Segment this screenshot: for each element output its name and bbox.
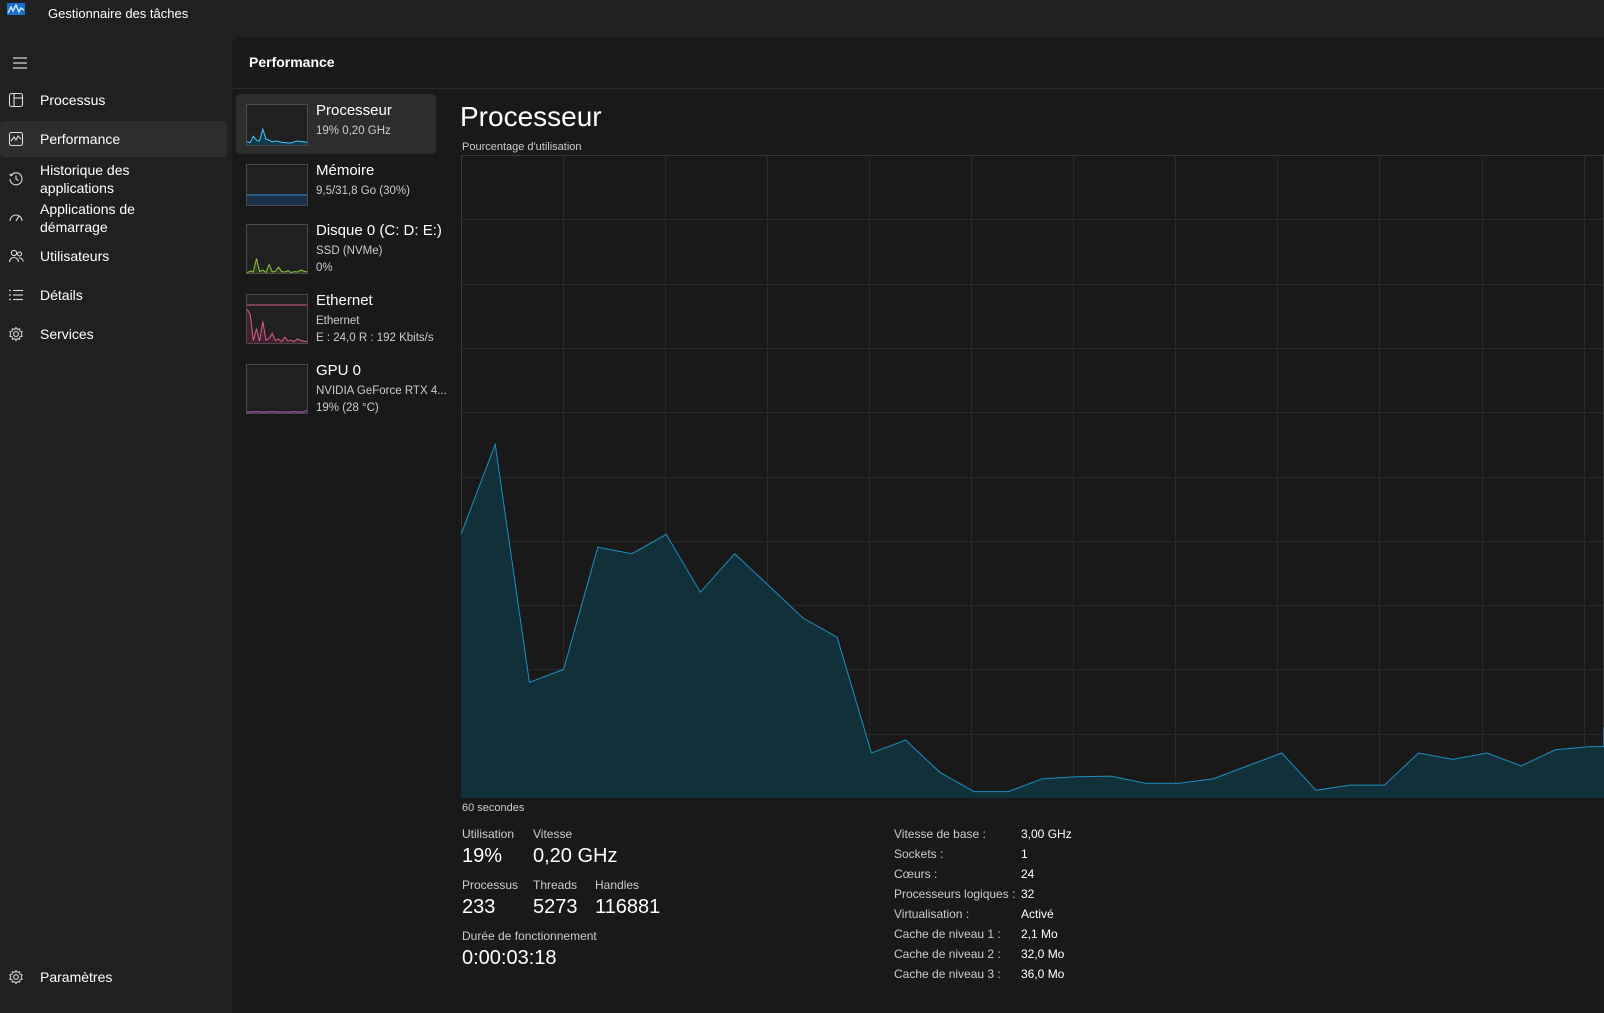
stat-vitesse-value: 0,20 GHz [533, 845, 618, 867]
nav-item-parametres[interactable]: Paramètres [0, 959, 227, 995]
spec-key: Virtualisation : [894, 907, 970, 921]
content-area: Performance Processeur 19% 0,20 GHz Mémo… [232, 37, 1604, 1013]
spec-value: 1 [1021, 847, 1028, 861]
processes-icon [8, 92, 24, 108]
device-info: 0% [316, 262, 333, 274]
nav-label: Détails [40, 287, 83, 303]
thumbnail-area [247, 195, 307, 205]
spec-key: Sockets : [894, 847, 944, 861]
stat-label: Threads [533, 878, 578, 892]
spec-key: Cache de niveau 3 : [894, 967, 1001, 981]
device-info: 19% 0,20 GHz [316, 125, 391, 137]
nav-item-historique[interactable]: Historique des applications [0, 160, 227, 198]
stat-utilisation-value: 19% [462, 845, 503, 867]
nav-label: Applications de démarrage [40, 201, 135, 235]
stat-label: Processus [462, 878, 519, 892]
spec-key: Cache de niveau 1 : [894, 927, 1001, 941]
details-icon [8, 287, 24, 303]
nav-label: Paramètres [40, 969, 113, 985]
startup-icon [8, 209, 24, 225]
device-item-ethernet[interactable]: Ethernet Ethernet E : 24,0 R : 192 Kbits… [236, 284, 436, 354]
cpu-usage-graph [461, 155, 1604, 798]
users-icon [8, 248, 24, 264]
device-info: 19% (28 °C) [316, 402, 379, 414]
spec-value: 32 [1021, 887, 1035, 901]
nav-label: Processus [40, 92, 106, 108]
stat-label: Utilisation [462, 827, 515, 841]
spec-value: 32,0 Mo [1021, 947, 1065, 961]
device-item-memoire[interactable]: Mémoire 9,5/31,8 Go (30%) [236, 154, 436, 214]
spec-value: Activé [1021, 907, 1054, 921]
device-name: Mémoire [316, 162, 375, 179]
nav-label: Services [40, 326, 94, 342]
nav-item-details[interactable]: Détails [0, 277, 227, 313]
window-title: Gestionnaire des tâches [48, 6, 189, 21]
hamburger-menu-button[interactable] [8, 53, 32, 73]
gpu-thumbnail [246, 364, 308, 414]
navigation-pane: Processus Performance Historique des app… [0, 37, 232, 1013]
graph-time-label: 60 secondes [462, 802, 525, 814]
spec-key: Vitesse de base : [894, 827, 986, 841]
device-name: Processeur [316, 102, 392, 119]
performance-icon [8, 131, 24, 147]
services-icon [8, 326, 24, 342]
memory-thumbnail [246, 164, 308, 206]
nav-item-utilisateurs[interactable]: Utilisateurs [0, 238, 227, 274]
processor-thumbnail [246, 104, 308, 146]
device-info: E : 24,0 R : 192 Kbits/s [316, 332, 434, 344]
ethernet-thumbnail [246, 294, 308, 344]
title-bar: Gestionnaire des tâches [0, 0, 1604, 37]
nav-item-services[interactable]: Services [0, 316, 227, 352]
hamburger-icon [13, 57, 27, 69]
nav-item-performance[interactable]: Performance [0, 121, 227, 157]
stat-uptime-value: 0:00:03:18 [462, 947, 557, 969]
device-info: Ethernet [316, 315, 360, 327]
device-info: SSD (NVMe) [316, 245, 383, 257]
device-name: GPU 0 [316, 362, 362, 379]
device-info: 9,5/31,8 Go (30%) [316, 185, 410, 197]
nav-item-processus[interactable]: Processus [0, 82, 227, 118]
device-name: Disque 0 (C: D: E:) [316, 222, 442, 239]
page-header: Performance [232, 37, 1604, 89]
spec-value: 24 [1021, 867, 1035, 881]
spec-key: Cœurs : [894, 867, 938, 881]
device-item-gpu[interactable]: GPU 0 NVIDIA GeForce RTX 4... 19% (28 °C… [236, 354, 447, 424]
task-manager-logo-icon [7, 3, 25, 22]
device-name: Ethernet [316, 292, 373, 309]
disk-thumbnail [246, 224, 308, 274]
history-icon [8, 171, 24, 187]
nav-label: Historique des applications [40, 162, 130, 196]
graph-label: Pourcentage d'utilisation [462, 141, 582, 153]
device-info: NVIDIA GeForce RTX 4... [316, 385, 447, 397]
spec-key: Processeurs logiques : [894, 887, 1016, 901]
stat-label: Vitesse [533, 827, 573, 841]
stat-label: Handles [595, 878, 640, 892]
thumbnail-area [247, 129, 307, 145]
device-item-disque[interactable]: Disque 0 (C: D: E:) SSD (NVMe) 0% [236, 214, 442, 284]
processor-detail-panel: Processeur Pourcentage d'utilisation 60 … [458, 89, 1604, 1013]
thumbnail-area [247, 309, 307, 343]
spec-value: 36,0 Mo [1021, 967, 1065, 981]
stat-label: Durée de fonctionnement [462, 929, 597, 943]
spec-key: Cache de niveau 2 : [894, 947, 1001, 961]
nav-item-demarrage[interactable]: Applications de démarrage [0, 199, 227, 237]
nav-label: Performance [40, 131, 121, 147]
page-title: Performance [249, 54, 335, 70]
spec-value: 2,1 Mo [1021, 927, 1058, 941]
thumbnail-line [247, 409, 308, 413]
stat-handles-value: 116881 [595, 896, 661, 918]
spec-value: 3,00 GHz [1021, 827, 1072, 841]
device-item-processeur[interactable]: Processeur 19% 0,20 GHz [236, 94, 436, 154]
stat-threads-value: 5273 [533, 896, 578, 918]
nav-label: Utilisateurs [40, 248, 110, 264]
detail-title: Processeur [460, 101, 602, 132]
stat-processus-value: 233 [462, 896, 496, 918]
gear-icon [8, 969, 24, 985]
